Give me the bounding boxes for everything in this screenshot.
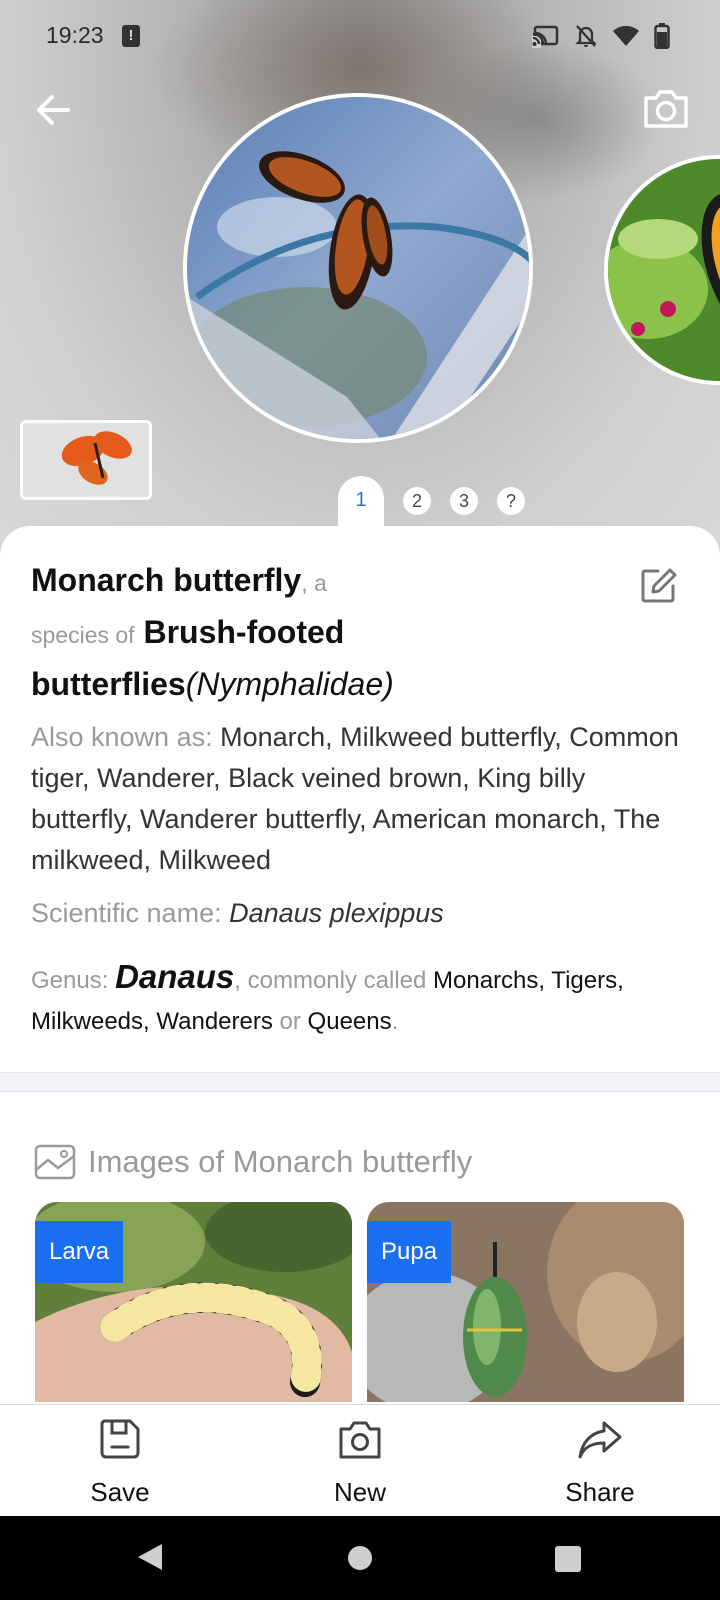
status-bar: 19:23 ! (0, 0, 720, 70)
status-icons (532, 22, 670, 50)
bottom-action-bar: Save New Share (0, 1404, 720, 1516)
family-scientific-name: (Nymphalidae) (185, 666, 394, 702)
pager-item-1[interactable]: 1 (338, 476, 384, 532)
image-tag: Pupa (367, 1221, 452, 1283)
images-section-header: Images of Monarch butterfly (34, 1142, 472, 1182)
images-section-title: Images of Monarch butterfly (88, 1144, 473, 1179)
sci-value: Danaus plexippus (229, 898, 444, 928)
pager-item-3[interactable]: 3 (450, 487, 478, 515)
photo-image (187, 97, 529, 439)
pager-item-unknown[interactable]: ? (497, 487, 525, 515)
common-name: Monarch butterfly (31, 562, 302, 598)
save-label: Save (90, 1477, 150, 1507)
system-navigation-bar (0, 1516, 720, 1600)
photo-image (608, 159, 720, 381)
arrow-left-icon (37, 95, 70, 125)
battery-icon (654, 23, 670, 49)
share-button[interactable]: Share (520, 1417, 680, 1508)
user-photo-thumbnail[interactable] (20, 420, 152, 500)
notifications-off-icon (575, 25, 597, 47)
next-butterfly-photo[interactable] (604, 155, 720, 385)
genus-info: Genus: Danaus, commonly called Monarchs,… (31, 956, 701, 1042)
nav-back-icon[interactable] (136, 1542, 164, 1572)
title-connector: , a (301, 570, 327, 596)
edit-button[interactable] (638, 566, 678, 606)
back-button[interactable] (30, 86, 78, 134)
pupa-image-card[interactable]: Pupa (367, 1202, 684, 1402)
larva-image-card[interactable]: Larva (35, 1202, 352, 1402)
aka-label: Also known as: (31, 722, 213, 752)
share-label: Share (565, 1477, 635, 1507)
photo-header: 19:23 ! 1 2 3 ? (0, 0, 720, 560)
nav-recents-icon[interactable] (555, 1546, 581, 1572)
sci-label: Scientific name: (31, 898, 222, 928)
cast-icon (532, 25, 559, 48)
pager: 1 2 3 ? (338, 476, 525, 532)
image-gallery-icon (34, 1144, 76, 1180)
also-known-as: Also known as: Monarch, Milkweed butterf… (31, 717, 681, 881)
take-photo-button[interactable] (640, 84, 692, 136)
genus-connector: , commonly called (234, 967, 427, 994)
save-icon (100, 1419, 140, 1459)
share-icon (578, 1421, 622, 1459)
image-tag: Larva (35, 1221, 124, 1283)
pager-item-2[interactable]: 2 (403, 487, 431, 515)
genus-period: . (391, 1008, 399, 1035)
wifi-icon (613, 25, 639, 46)
scientific-name: Scientific name: Danaus plexippus (31, 898, 444, 929)
save-button[interactable]: Save (40, 1417, 200, 1508)
edit-icon (641, 568, 677, 603)
main-butterfly-photo[interactable] (183, 93, 533, 443)
genus-name[interactable]: Danaus (115, 958, 234, 995)
genus-label: Genus: (31, 967, 109, 994)
genus-last-name: Queens (307, 1008, 392, 1035)
species-title: Monarch butterfly, a species of Brush-fo… (31, 556, 631, 709)
section-divider (0, 1072, 720, 1092)
new-photo-button[interactable]: New (280, 1417, 440, 1508)
alert-icon: ! (122, 25, 140, 47)
camera-icon (339, 1421, 381, 1459)
camera-icon (644, 90, 688, 128)
photo-image (23, 423, 149, 497)
new-label: New (333, 1477, 386, 1507)
genus-or: or (279, 1008, 301, 1035)
title-connector: species of (31, 622, 135, 648)
species-info-card: Monarch butterfly, a species of Brush-fo… (0, 526, 720, 1072)
status-time: 19:23 (46, 22, 104, 48)
nav-home-icon[interactable] (348, 1546, 372, 1570)
